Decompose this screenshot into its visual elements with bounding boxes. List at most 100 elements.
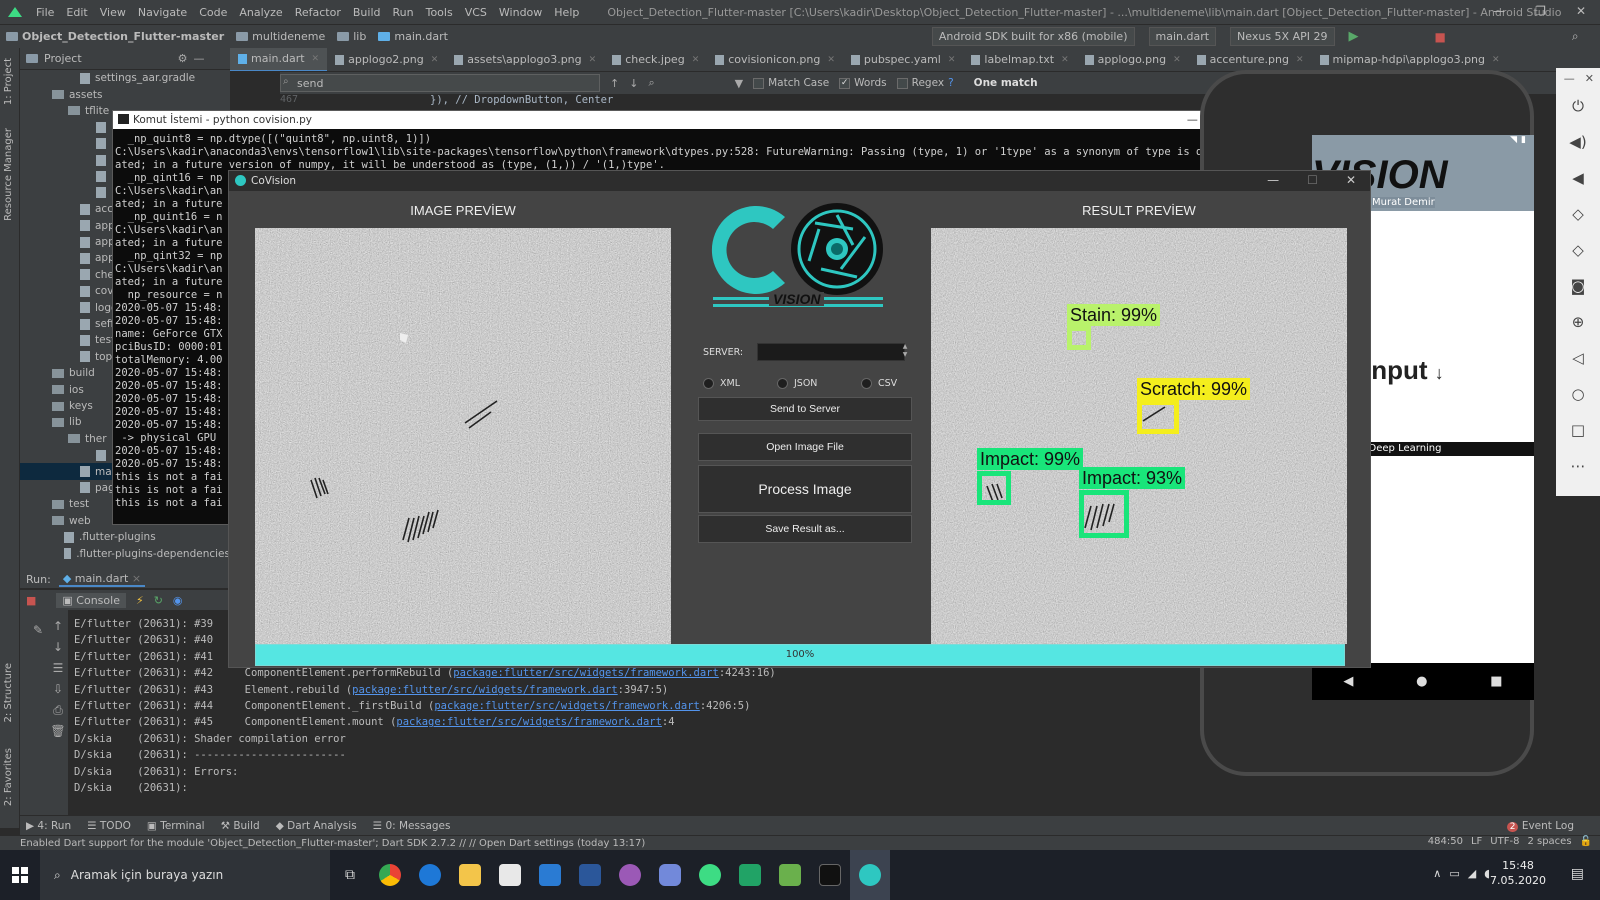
rotate-left-icon[interactable]: ◇ xyxy=(1556,196,1600,232)
editor-tab[interactable]: pubspec.yaml ✕ xyxy=(843,48,964,71)
console-source-link[interactable]: package:flutter/src/widgets/framework.da… xyxy=(352,684,618,696)
console-source-link[interactable]: package:flutter/src/widgets/framework.da… xyxy=(453,667,719,679)
trash-icon[interactable]: 🗑 xyxy=(50,721,66,742)
process-image-button[interactable]: Process Image xyxy=(698,465,912,513)
menu-refactor[interactable]: Refactor xyxy=(289,6,347,19)
editor-tab[interactable]: applogo.png ✕ xyxy=(1077,48,1189,71)
close-icon[interactable]: ✕ xyxy=(1061,55,1069,65)
menu-file[interactable]: File xyxy=(30,6,60,19)
volume-down-icon[interactable]: ◀ xyxy=(1556,160,1600,196)
taskbar-clock[interactable]: 15:48 7.05.2020 xyxy=(1490,858,1546,888)
close-icon[interactable]: ✕ xyxy=(1492,55,1500,65)
line-separator[interactable]: LF xyxy=(1471,836,1482,847)
covision-window[interactable]: CoVision — ☐ ✕ IMAGE PREVİEW RESULT PREV… xyxy=(228,170,1371,668)
taskbar-app-covision[interactable] xyxy=(850,850,890,900)
menu-code[interactable]: Code xyxy=(193,6,233,19)
find-all-icon[interactable]: ⌕ xyxy=(648,76,654,90)
favorites-tab[interactable]: 2: Favorites xyxy=(3,748,14,806)
match-case-checkbox[interactable]: Match Case xyxy=(753,77,829,89)
minimize-icon[interactable]: — xyxy=(1267,173,1279,187)
overview-icon[interactable]: □ xyxy=(1556,412,1600,448)
caret-position[interactable]: 484:50 xyxy=(1428,836,1463,847)
taskbar-app-excel-green[interactable] xyxy=(730,850,770,900)
scroll-to-end-icon[interactable]: ⇩ xyxy=(50,679,66,700)
more-icon[interactable]: ⋯ xyxy=(1556,448,1600,484)
words-checkbox[interactable]: ✓ Words xyxy=(839,77,887,89)
menu-navigate[interactable]: Navigate xyxy=(132,6,193,19)
console-source-link[interactable]: package:flutter/src/widgets/framework.da… xyxy=(396,716,662,728)
close-icon[interactable]: ✕ xyxy=(692,55,700,65)
battery-icon[interactable]: ▭ xyxy=(1449,867,1459,880)
minimize-icon[interactable]: — xyxy=(1493,4,1505,18)
menu-tools[interactable]: Tools xyxy=(420,6,459,19)
console-source-link[interactable]: package:flutter/src/widgets/framework.da… xyxy=(434,700,700,712)
soft-wrap-icon[interactable]: ☰ xyxy=(50,658,66,679)
search-everywhere-icon[interactable]: ⌕ xyxy=(1572,29,1579,44)
close-icon[interactable]: ✕ xyxy=(1576,4,1586,18)
structure-tab[interactable]: 2: Structure xyxy=(3,663,14,722)
run-tab-main-dart[interactable]: ◆ main.dart × xyxy=(58,572,146,587)
server-input[interactable] xyxy=(757,343,905,361)
tool-tab-build[interactable]: ⚒ Build xyxy=(221,820,260,832)
format-radio-xml[interactable]: XML xyxy=(703,378,740,389)
find-input[interactable] xyxy=(280,74,600,92)
device-selector[interactable]: Android SDK built for x86 (mobile) xyxy=(931,27,1135,46)
menu-view[interactable]: View xyxy=(94,6,132,19)
close-icon[interactable]: ✕ xyxy=(1346,173,1356,187)
run-config-selector[interactable]: main.dart xyxy=(1148,27,1217,46)
hot-reload-icon[interactable]: ⚡ xyxy=(136,594,144,607)
lock-icon[interactable]: 🔓 xyxy=(1580,836,1592,847)
run-icon[interactable]: ▶ xyxy=(1349,29,1359,44)
taskbar-app-android-studio[interactable] xyxy=(690,850,730,900)
print-icon[interactable]: ⎙ xyxy=(50,700,66,721)
rotate-right-icon[interactable]: ◇ xyxy=(1556,232,1600,268)
tool-tab-event-log[interactable]: 2 Event Log xyxy=(1506,820,1574,832)
menu-help[interactable]: Help xyxy=(548,6,585,19)
regex-checkbox[interactable]: Regex? xyxy=(896,77,954,89)
editor-tab[interactable]: mipmap-hdpi\applogo3.png ✕ xyxy=(1312,48,1508,71)
minimize-icon[interactable]: — xyxy=(1187,113,1198,126)
camera-icon[interactable]: ◙ xyxy=(1556,268,1600,304)
minimize-icon[interactable]: — xyxy=(1564,72,1575,85)
taskbar-app-media[interactable] xyxy=(610,850,650,900)
taskbar-app-cmd[interactable] xyxy=(810,850,850,900)
overview-icon[interactable]: ■ xyxy=(1490,674,1502,689)
taskbar-app-edge[interactable] xyxy=(410,850,450,900)
close-icon[interactable]: ✕ xyxy=(1296,55,1304,65)
home-icon[interactable]: ○ xyxy=(1556,376,1600,412)
close-icon[interactable]: ✕ xyxy=(431,55,439,65)
project-tool-tab[interactable]: 1: Project xyxy=(3,58,14,105)
tree-item[interactable]: .flutter-plugins xyxy=(20,529,230,545)
stop-icon[interactable]: ■ xyxy=(1435,30,1446,44)
format-radio-json[interactable]: JSON xyxy=(777,378,817,389)
avd-selector[interactable]: Nexus 5X API 29 xyxy=(1230,27,1335,46)
editor-tab[interactable]: main.dart ✕ xyxy=(230,48,328,71)
format-radio-csv[interactable]: CSV xyxy=(861,378,897,389)
editor-tab[interactable]: covisionicon.png ✕ xyxy=(707,48,843,71)
server-spinner[interactable]: ▲ ▼ xyxy=(900,343,910,361)
down-arrow-icon[interactable]: ↓ xyxy=(50,637,66,658)
home-icon[interactable]: ● xyxy=(1416,674,1427,689)
breadcrumb-multideneme[interactable]: multideneme xyxy=(230,30,331,43)
previous-occurrence-icon[interactable]: ↑ xyxy=(610,77,619,90)
chevron-up-icon[interactable]: ∧ xyxy=(1433,867,1441,880)
open-image-file-button[interactable]: Open Image File xyxy=(698,433,912,461)
pin-icon[interactable]: ✎ xyxy=(30,620,46,641)
taskbar-app-word[interactable] xyxy=(570,850,610,900)
menu-analyze[interactable]: Analyze xyxy=(233,6,288,19)
filter-icon[interactable]: ▼ xyxy=(735,77,743,90)
devtools-icon[interactable]: ◉ xyxy=(173,594,183,607)
editor-tab[interactable]: applogo2.png ✕ xyxy=(327,48,446,71)
tree-item[interactable]: settings_aar.gradle xyxy=(20,70,230,86)
close-icon[interactable]: ✕ xyxy=(1173,55,1181,65)
close-icon[interactable]: ✕ xyxy=(312,54,320,64)
taskbar-app-chart[interactable] xyxy=(770,850,810,900)
close-icon[interactable]: ✕ xyxy=(948,55,956,65)
project-view-selector[interactable]: Project xyxy=(44,52,82,65)
tool-tab-todo[interactable]: ☰ TODO xyxy=(87,820,131,832)
start-button[interactable] xyxy=(0,850,40,900)
spin-up-icon[interactable]: ▲ xyxy=(900,343,910,351)
tool-tab-dart-analysis[interactable]: ◆ Dart Analysis xyxy=(276,820,357,832)
status-message[interactable]: Enabled Dart support for the module 'Obj… xyxy=(20,838,645,849)
hot-restart-icon[interactable]: ↻ xyxy=(154,594,163,607)
